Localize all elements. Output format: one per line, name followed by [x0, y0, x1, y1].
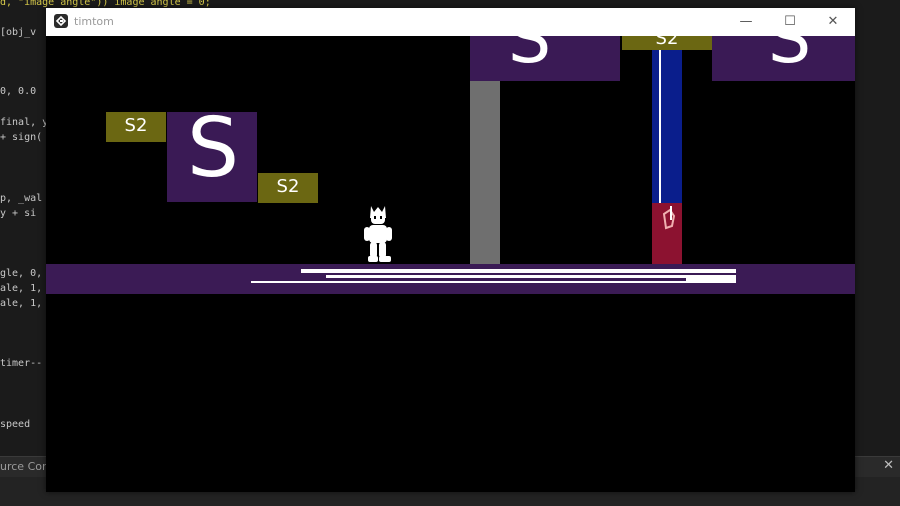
s2-block: S2 — [106, 112, 166, 142]
close-button[interactable]: ✕ — [813, 11, 853, 33]
window-title: timtom — [74, 15, 114, 28]
window-titlebar[interactable]: timtom — ☐ ✕ — [46, 8, 855, 36]
gamemaker-icon — [54, 14, 68, 28]
code-line: + sign( — [0, 132, 43, 143]
code-line: final, y — [0, 117, 49, 128]
s-block-letter: S — [768, 36, 812, 79]
code-line: y + si — [0, 208, 37, 219]
code-line: d, "image angle")) image angle = 0; — [0, 0, 211, 8]
gray-pillar — [470, 81, 500, 264]
code-line: ale, 1, — [0, 283, 43, 294]
blue-column — [652, 50, 682, 203]
s2-block-label: S2 — [655, 36, 679, 49]
speed-streak — [326, 275, 736, 278]
s-block-top: S — [470, 36, 620, 81]
s2-block: S2 — [258, 173, 318, 203]
close-icon[interactable]: ✕ — [883, 458, 894, 473]
game-window: timtom — ☐ ✕ S2 S S2 S S2 S — [46, 8, 855, 492]
code-line: 0, 0.0 — [0, 86, 37, 97]
speed-streak — [301, 269, 736, 273]
code-line: [obj_v — [0, 27, 37, 38]
s-block: S — [167, 108, 257, 202]
s-block-letter: S — [187, 101, 240, 196]
panel-tab-label[interactable]: urce Con — [0, 460, 49, 473]
s-block-letter: S — [508, 36, 552, 79]
light-beam — [659, 50, 661, 203]
s2-block-top: S2 — [622, 36, 712, 50]
s2-block-label: S2 — [276, 176, 300, 197]
minimize-button[interactable]: — — [726, 11, 766, 33]
s2-block-label: S2 — [124, 115, 148, 136]
code-line: p, _wal — [0, 193, 43, 204]
code-line: speed — [0, 419, 31, 430]
speed-streak — [686, 277, 736, 283]
game-viewport: S2 S S2 S S2 S — [46, 36, 855, 492]
enemy-sprite — [662, 206, 676, 230]
code-line: timer-- — [0, 358, 43, 369]
player-character — [364, 206, 392, 262]
s-block-top: S — [712, 36, 855, 81]
code-line: ale, 1, — [0, 298, 43, 309]
code-line: gle, 0, — [0, 268, 43, 279]
speed-streak — [251, 281, 736, 283]
maximize-button[interactable]: ☐ — [770, 11, 810, 33]
